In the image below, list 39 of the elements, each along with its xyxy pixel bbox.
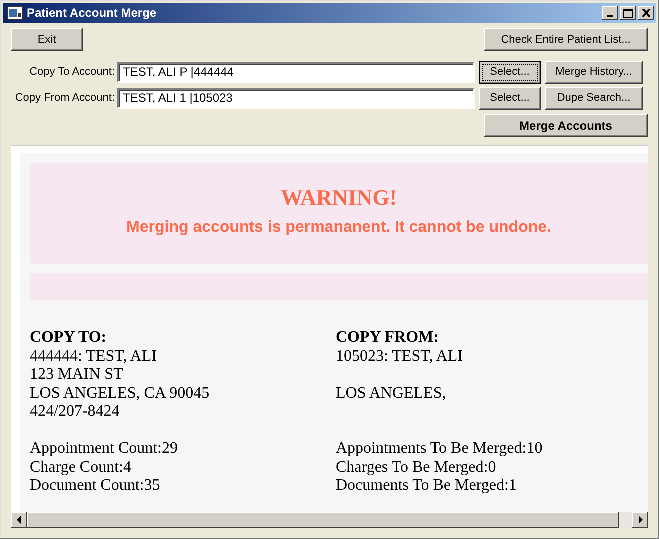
field-label: Copy From Account: <box>14 92 116 104</box>
count-text: Charge Count:4 <box>30 458 132 476</box>
account-name: 444444: TEST, ALI <box>30 348 158 366</box>
right-arrow-icon <box>638 516 642 524</box>
scroll-track[interactable] <box>619 512 632 528</box>
account-action-button[interactable]: Dupe Search... <box>545 86 643 110</box>
minimize-button[interactable] <box>602 6 618 20</box>
merge-accounts-button[interactable]: Merge Accounts <box>484 114 648 137</box>
city-line: LOS ANGELES, <box>336 384 446 402</box>
account-name: 105023: TEST, ALI <box>336 348 464 366</box>
count-text: Appointment Count:29 <box>30 440 178 457</box>
count-text: Document Count:35 <box>30 477 160 494</box>
scroll-left-button[interactable] <box>11 512 27 528</box>
select-button[interactable]: Select... <box>479 86 541 110</box>
count-text: Appointments To Be Merged:10 <box>336 440 543 457</box>
close-icon <box>642 9 650 17</box>
window-title: Patient Account Merge <box>27 6 158 20</box>
field-label: Copy To Account: <box>28 66 116 78</box>
window-icon <box>7 6 23 20</box>
warning-message: Merging accounts is permananent. It cannot be undone. <box>126 219 552 237</box>
account-action-button[interactable]: Merge History... <box>545 60 643 84</box>
check-patient-list-button[interactable]: Check Entire Patient List... <box>484 28 648 51</box>
city-line: LOS ANGELES, CA 90045 <box>30 384 210 402</box>
column-heading: COPY FROM: <box>336 329 440 348</box>
scroll-right-button[interactable] <box>632 512 648 528</box>
account-field[interactable]: TEST, ALI 1 |105023 <box>117 88 475 108</box>
maximize-icon <box>623 8 633 18</box>
exit-button[interactable]: Exit <box>11 28 83 51</box>
left-arrow-icon <box>16 516 22 524</box>
select-button[interactable]: Select... <box>479 60 541 84</box>
column-heading: COPY TO: <box>30 329 108 348</box>
count-text: Charges To Be Merged:0 <box>336 458 496 476</box>
street-address: 123 MAIN ST <box>30 366 124 383</box>
close-button[interactable] <box>638 6 654 20</box>
count-text: Documents To Be Merged:1 <box>336 477 517 494</box>
warning-title: WARNING! <box>280 184 398 211</box>
maximize-button[interactable] <box>620 6 636 20</box>
account-field[interactable]: TEST, ALI P |444444 <box>117 62 475 82</box>
phone-number: 424/207-8424 <box>30 403 120 420</box>
